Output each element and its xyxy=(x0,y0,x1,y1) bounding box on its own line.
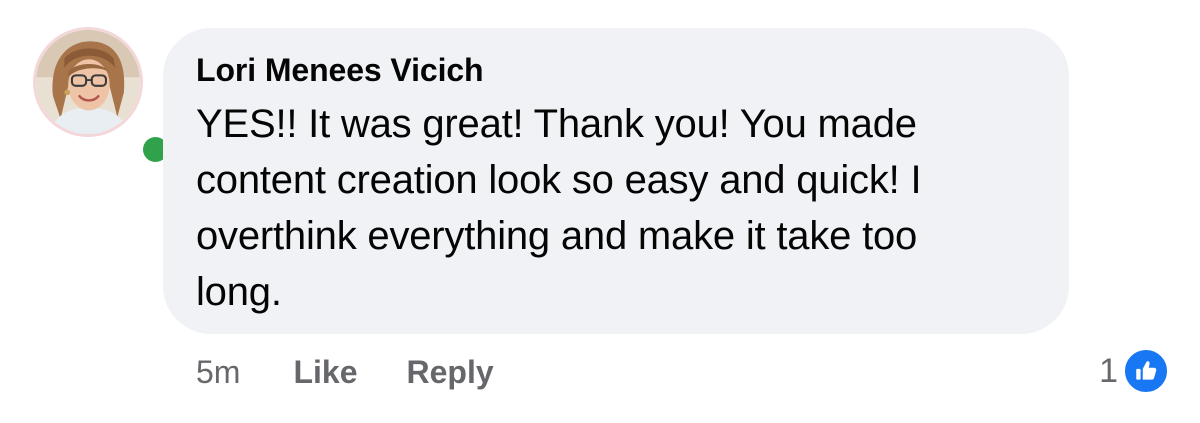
comment-text: YES!! It was great! Thank you! You made … xyxy=(196,102,922,314)
avatar-photo xyxy=(36,30,140,134)
avatar[interactable] xyxy=(33,27,143,137)
reaction-count: 1 xyxy=(1099,351,1118,390)
comment-author[interactable]: Lori Menees Vicich xyxy=(196,51,1039,89)
comment-timestamp[interactable]: 5m xyxy=(196,354,240,391)
reply-button[interactable]: Reply xyxy=(406,354,493,391)
reaction-summary[interactable]: 1 xyxy=(1099,347,1170,395)
avatar-container[interactable] xyxy=(33,27,172,166)
comment-actions: 5m Like Reply xyxy=(196,348,543,396)
like-button[interactable]: Like xyxy=(293,354,357,391)
comment-bubble: Lori Menees Vicich YES!! It was great! T… xyxy=(163,28,1069,334)
thumbs-up-icon xyxy=(1122,347,1170,395)
